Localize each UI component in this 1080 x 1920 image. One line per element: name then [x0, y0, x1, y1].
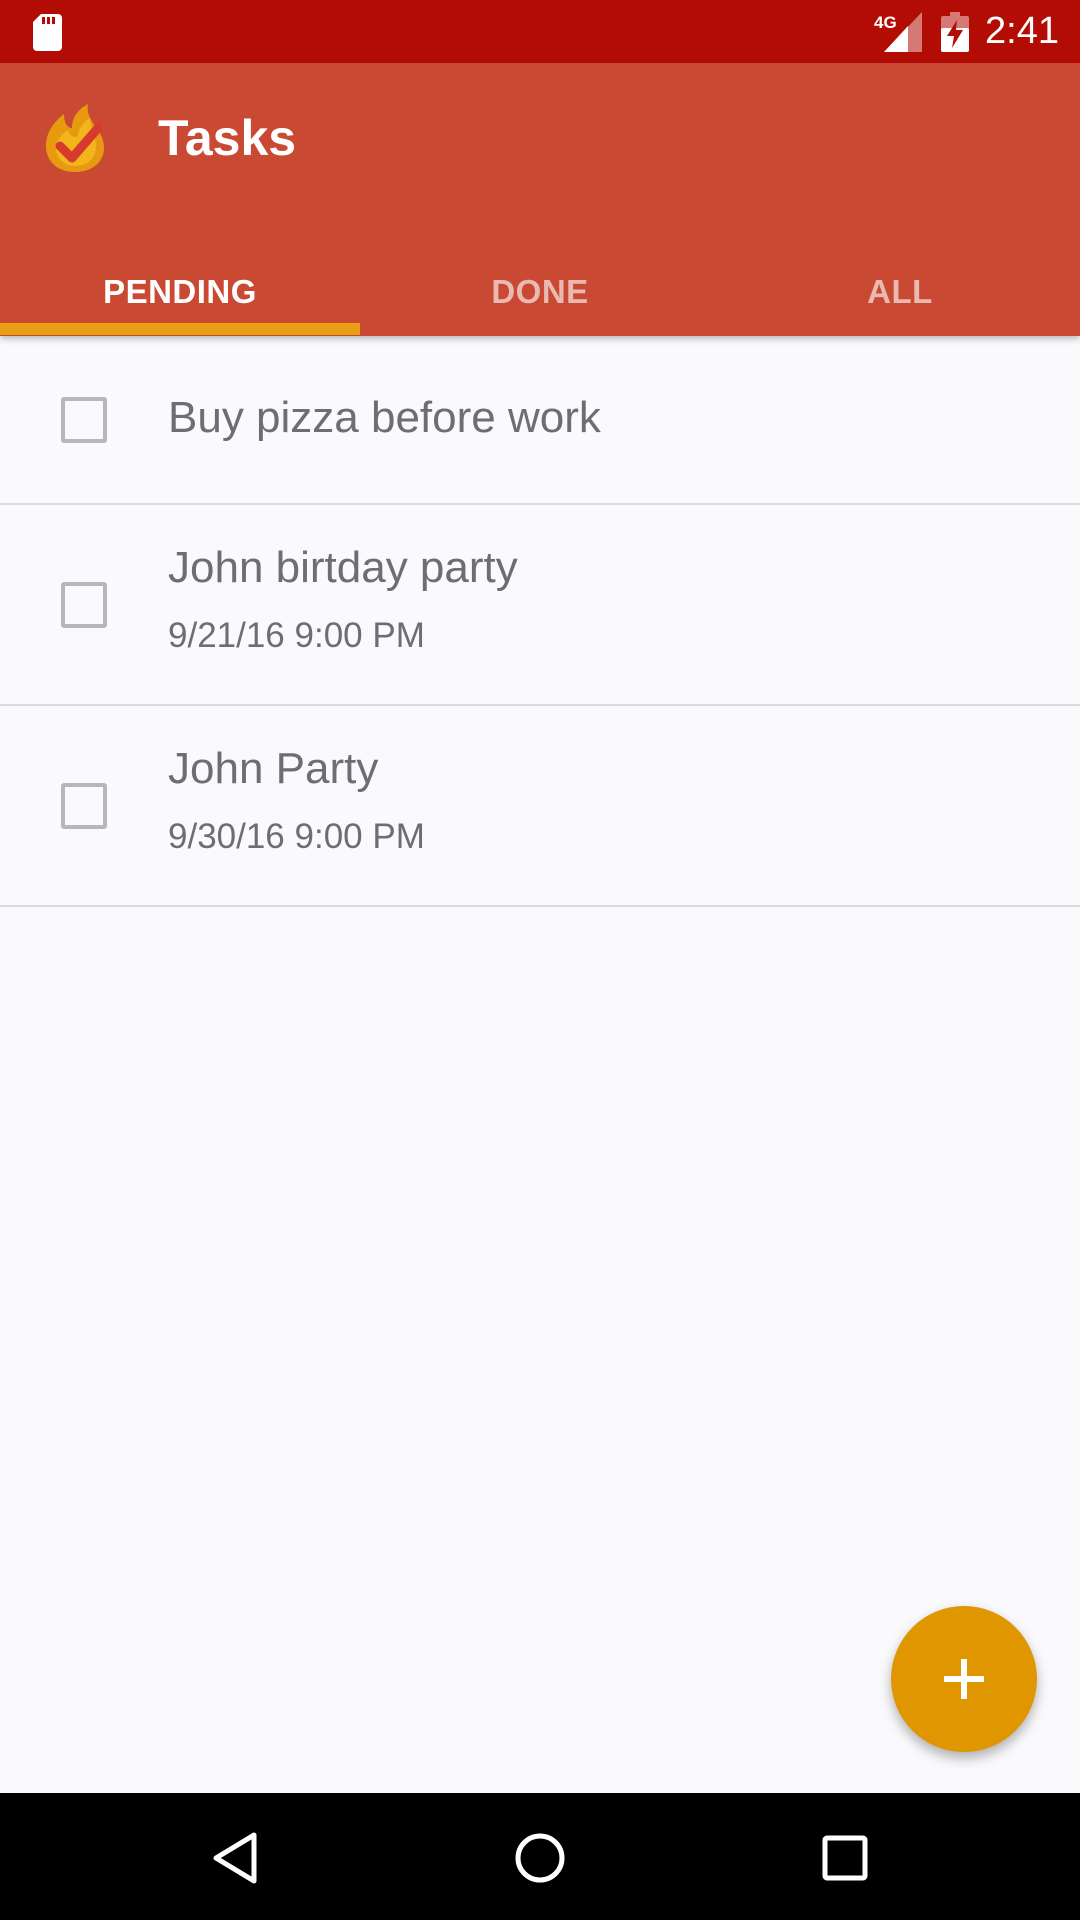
signal-icon [884, 12, 922, 52]
task-title: Buy pizza before work [168, 393, 601, 442]
task-list: Buy pizza before work John birtday party… [0, 336, 1080, 907]
task-row[interactable]: John Party 9/30/16 9:00 PM [0, 706, 1080, 907]
add-task-button[interactable] [891, 1606, 1037, 1752]
plus-icon [944, 1659, 984, 1699]
flame-check-logo-icon [46, 104, 104, 172]
clock: 2:41 [985, 10, 1059, 52]
back-icon[interactable] [200, 1823, 270, 1893]
navigation-bar [0, 1793, 1080, 1920]
battery-charging-icon [941, 12, 969, 52]
recents-icon[interactable] [810, 1823, 880, 1893]
task-title: John Party [168, 744, 379, 793]
task-title: John birtday party [168, 543, 518, 592]
task-row[interactable]: Buy pizza before work [0, 336, 1080, 505]
sd-card-icon [33, 14, 62, 51]
task-checkbox[interactable] [61, 397, 107, 443]
tab-done[interactable]: DONE [360, 248, 720, 336]
task-date: 9/21/16 9:00 PM [168, 616, 425, 655]
task-date: 9/30/16 9:00 PM [168, 817, 425, 856]
task-checkbox[interactable] [61, 783, 107, 829]
tab-selection-indicator [0, 323, 360, 335]
task-checkbox[interactable] [61, 582, 107, 628]
app-title: Tasks [158, 110, 297, 166]
home-icon[interactable] [505, 1823, 575, 1893]
task-row[interactable]: John birtday party 9/21/16 9:00 PM [0, 505, 1080, 706]
tab-all[interactable]: ALL [720, 248, 1080, 336]
status-bar: 4G 2:41 [0, 0, 1080, 63]
app-bar: Tasks PENDING DONE ALL [0, 63, 1080, 336]
